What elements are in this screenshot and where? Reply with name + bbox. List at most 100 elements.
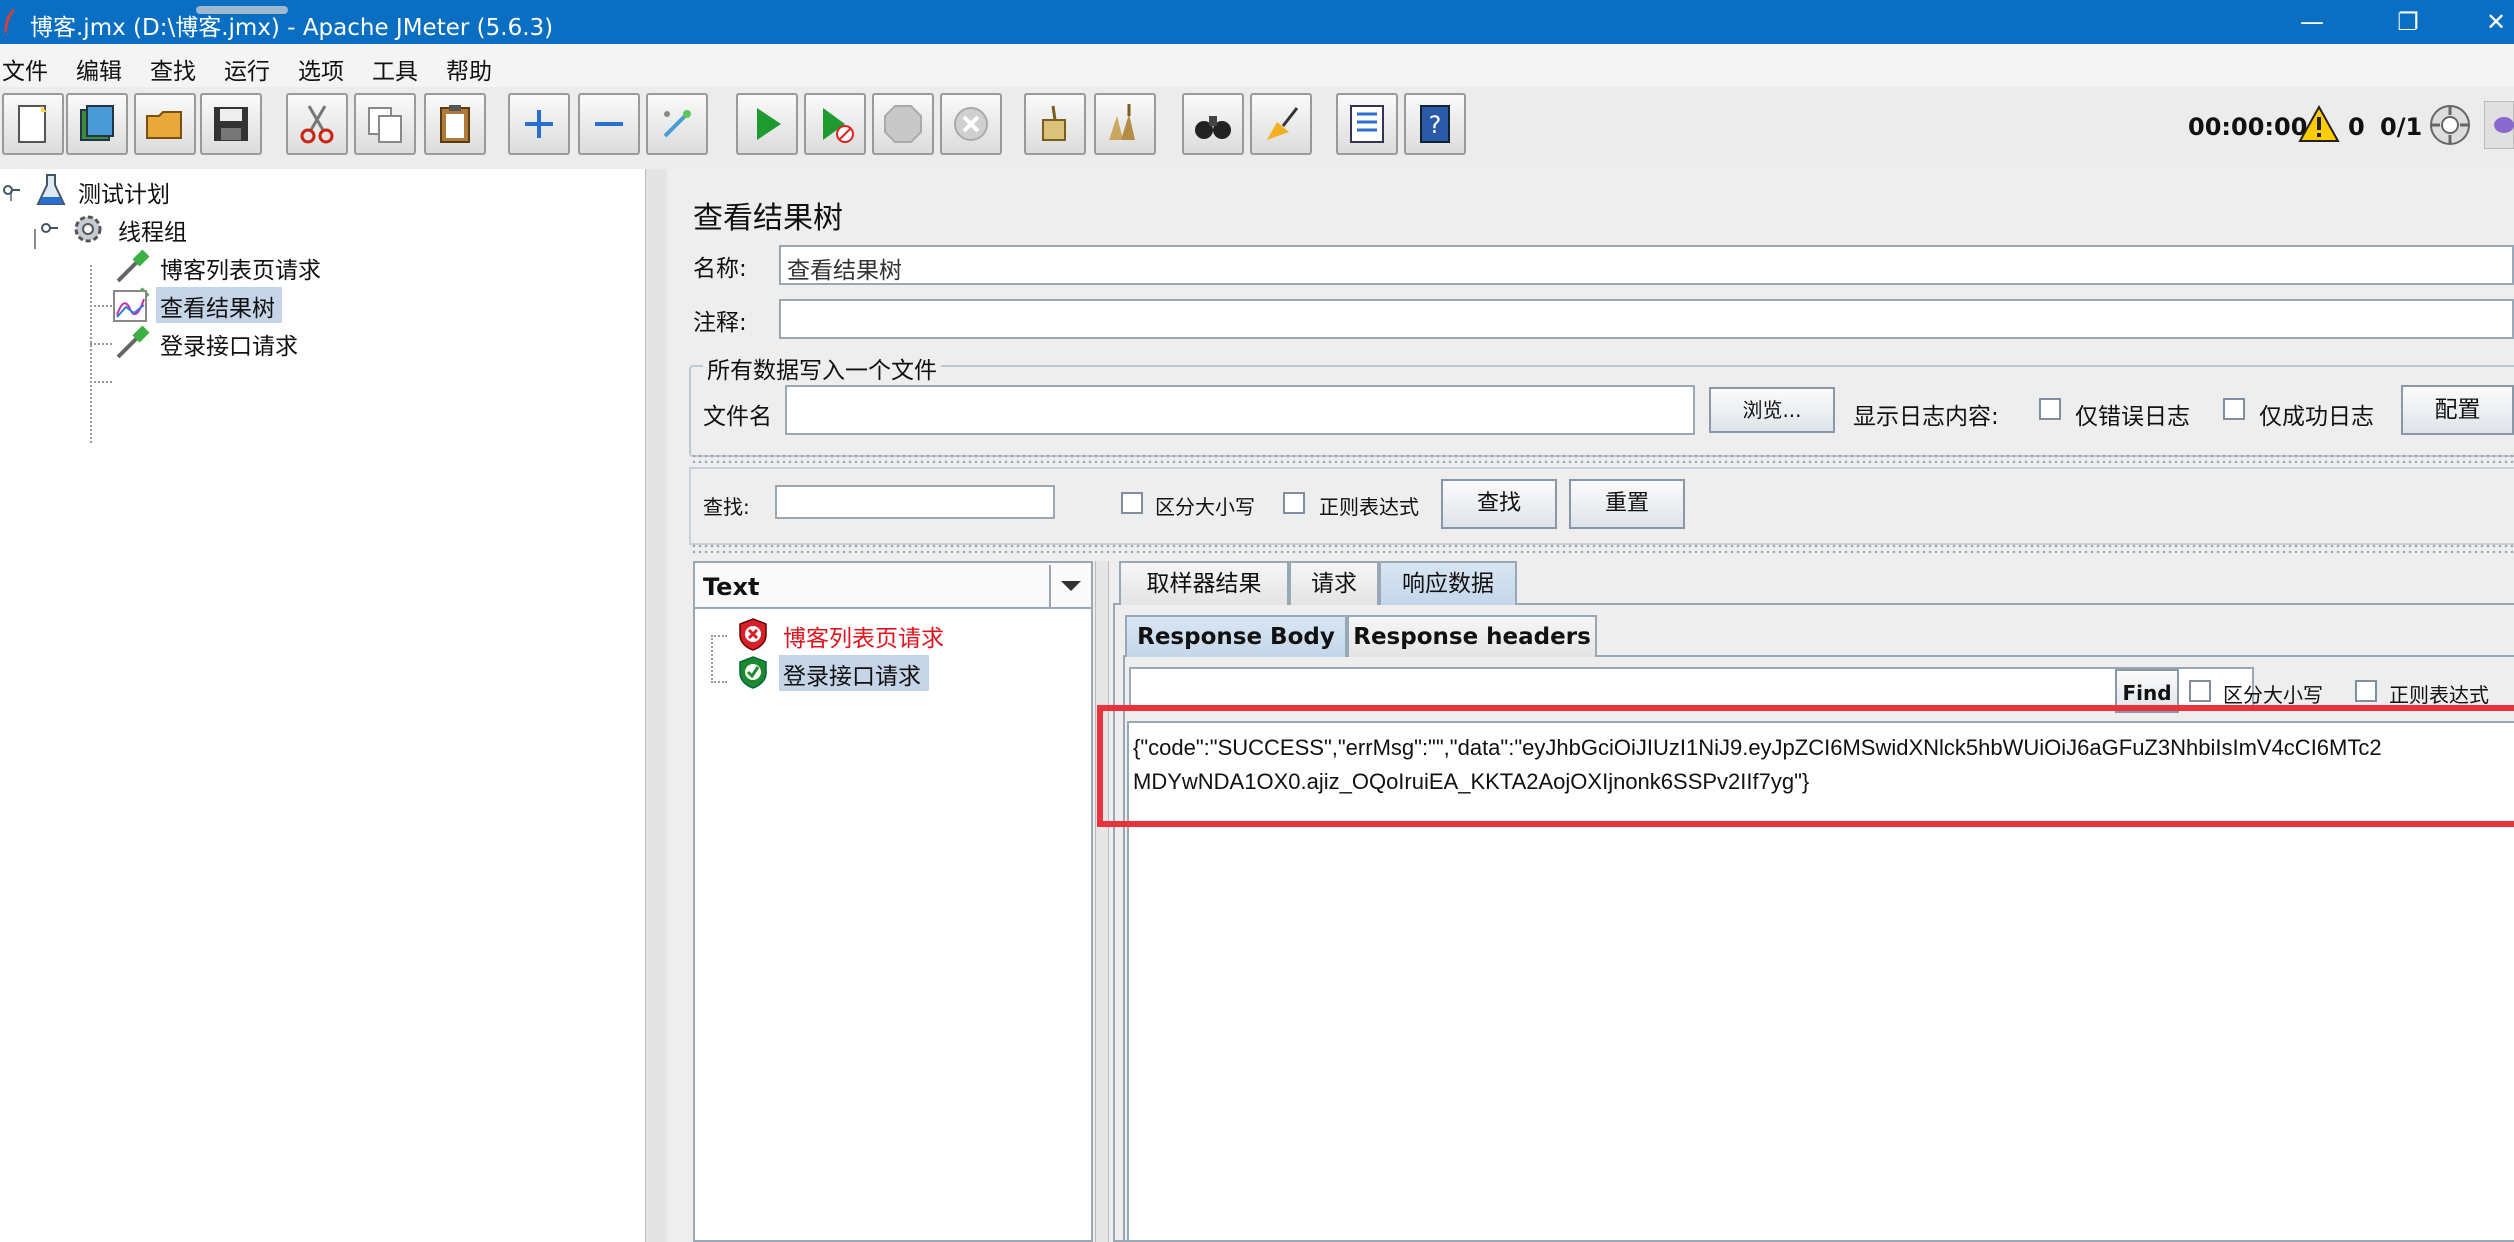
reset-button[interactable]: 重置 (1569, 479, 1685, 529)
binoculars-icon (1195, 116, 1231, 139)
error-shield-icon (739, 618, 767, 651)
minus-icon (595, 122, 623, 126)
menu-file[interactable]: 文件 (2, 52, 48, 86)
pane-splitter[interactable] (645, 169, 669, 1242)
errors-only-label: 仅错误日志 (2075, 404, 2190, 430)
cut-button[interactable] (286, 93, 348, 155)
log-viewer-icon[interactable] (2484, 101, 2514, 149)
copy-button[interactable] (354, 93, 416, 155)
results-tree-connector (711, 635, 727, 683)
save-disk-icon (214, 107, 248, 141)
toggle-button[interactable] (646, 93, 708, 155)
tab-sampler-result[interactable]: 取样器结果 (1119, 561, 1289, 605)
body-case-checkbox[interactable] (2189, 680, 2211, 702)
warning-icon[interactable] (2298, 105, 2340, 143)
menu-edit[interactable]: 编辑 (76, 52, 122, 86)
active-threads: 0/1 (2380, 113, 2423, 141)
tab-response-data[interactable]: 响应数据 (1379, 561, 1517, 605)
filename-input[interactable] (785, 385, 1695, 435)
tab-response-headers[interactable]: Response headers (1347, 615, 1597, 657)
jmeter-feather-icon (4, 9, 15, 33)
http-sampler-pipette-icon (116, 325, 150, 359)
tree-connector (90, 343, 112, 345)
regex-checkbox[interactable] (1283, 492, 1305, 514)
collapse-all-button[interactable] (578, 93, 640, 155)
tree-node-view-results-tree[interactable]: 查看结果树 (160, 289, 275, 323)
expand-all-button[interactable] (508, 93, 570, 155)
configure-button[interactable]: 配置 (2401, 385, 2514, 435)
search-button[interactable] (1182, 93, 1244, 155)
tab-response-body[interactable]: Response Body (1125, 615, 1347, 657)
menu-bar: 文件 编辑 查找 运行 选项 工具 帮助 (0, 44, 2514, 87)
search-input[interactable] (775, 485, 1055, 519)
new-button[interactable] (2, 93, 64, 155)
start-button[interactable] (736, 93, 798, 155)
comment-input[interactable] (779, 299, 2514, 339)
tree-node-test-plan[interactable]: 测试计划 (78, 175, 170, 209)
toolbar: ? 00:00:00 0 0/1 (0, 87, 2514, 171)
close-button[interactable]: ✕ (2466, 4, 2514, 40)
help-button[interactable]: ? (1404, 93, 1466, 155)
tab-request[interactable]: 请求 (1289, 561, 1379, 605)
tree-node-thread-group[interactable]: 线程组 (118, 213, 187, 247)
toggle-wand-icon (663, 110, 691, 138)
success-only-checkbox[interactable] (2223, 398, 2245, 420)
sample-login-request[interactable]: 登录接口请求 (783, 657, 921, 691)
menu-help[interactable]: 帮助 (446, 52, 492, 86)
play-no-timer-icon (823, 108, 854, 143)
reset-search-button[interactable] (1250, 93, 1312, 155)
paste-button[interactable] (424, 93, 486, 155)
play-icon (757, 108, 781, 140)
new-file-icon (18, 105, 47, 143)
menu-search[interactable]: 查找 (150, 52, 196, 86)
results-splitter[interactable] (1095, 561, 1109, 1242)
start-no-pauses-button[interactable] (804, 93, 866, 155)
http-sampler-pipette-icon (116, 249, 150, 283)
shutdown-x-icon (954, 107, 988, 141)
expand-toggle-icon[interactable] (40, 219, 58, 237)
tree-node-login-request[interactable]: 登录接口请求 (160, 327, 298, 361)
regex-label: 正则表达式 (1319, 495, 1419, 519)
clear-button[interactable] (1024, 93, 1086, 155)
save-button[interactable] (200, 93, 262, 155)
browse-button[interactable]: 浏览... (1709, 387, 1835, 433)
annotation-highlight-box (1097, 705, 2514, 827)
tree-connector (90, 381, 112, 383)
body-regex-label: 正则表达式 (2389, 683, 2489, 707)
view-results-tree-panel: 查看结果树 名称: 查看结果树 注释: 所有数据写入一个文件 文件名 浏览...… (667, 169, 2514, 1242)
collapsible-divider[interactable] (691, 453, 2514, 463)
stop-button[interactable] (872, 93, 934, 155)
clear-all-broom-icon (1109, 104, 1135, 140)
plus-icon (525, 110, 553, 138)
success-only-label: 仅成功日志 (2259, 404, 2374, 430)
body-regex-checkbox[interactable] (2355, 680, 2377, 702)
maximize-button[interactable]: ❐ (2378, 4, 2438, 40)
renderer-dropdown-button[interactable] (1049, 565, 1091, 607)
clear-all-button[interactable] (1094, 93, 1156, 155)
stop-icon (884, 105, 922, 143)
menu-options[interactable]: 选项 (298, 52, 344, 86)
chevron-down-icon (1061, 581, 1081, 591)
menu-tools[interactable]: 工具 (372, 52, 418, 86)
open-button[interactable] (134, 93, 196, 155)
case-sensitive-checkbox[interactable] (1121, 492, 1143, 514)
sample-blog-list-request[interactable]: 博客列表页请求 (783, 619, 944, 653)
minimize-button[interactable]: — (2282, 4, 2342, 40)
help-book-icon: ? (1420, 105, 1450, 143)
expand-toggle-icon[interactable] (2, 181, 20, 199)
name-label: 名称: (693, 256, 747, 282)
elapsed-timer: 00:00:00 (2188, 113, 2308, 141)
case-sensitive-label: 区分大小写 (1155, 495, 1255, 519)
function-helper-button[interactable] (1336, 93, 1398, 155)
window-title: 博客.jmx (D:\博客.jmx) - Apache JMeter (5.6.… (30, 15, 554, 41)
page-title: 查看结果树 (693, 201, 843, 236)
tree-node-blog-list-request[interactable]: 博客列表页请求 (160, 251, 321, 285)
templates-button[interactable] (66, 93, 128, 155)
results-tree-chart-icon (113, 290, 147, 322)
menu-run[interactable]: 运行 (224, 52, 270, 86)
errors-only-checkbox[interactable] (2039, 398, 2061, 420)
find-button[interactable]: 查找 (1441, 479, 1557, 529)
collapsible-divider[interactable] (691, 543, 2514, 553)
name-input[interactable]: 查看结果树 (779, 245, 2514, 285)
shutdown-button[interactable] (940, 93, 1002, 155)
